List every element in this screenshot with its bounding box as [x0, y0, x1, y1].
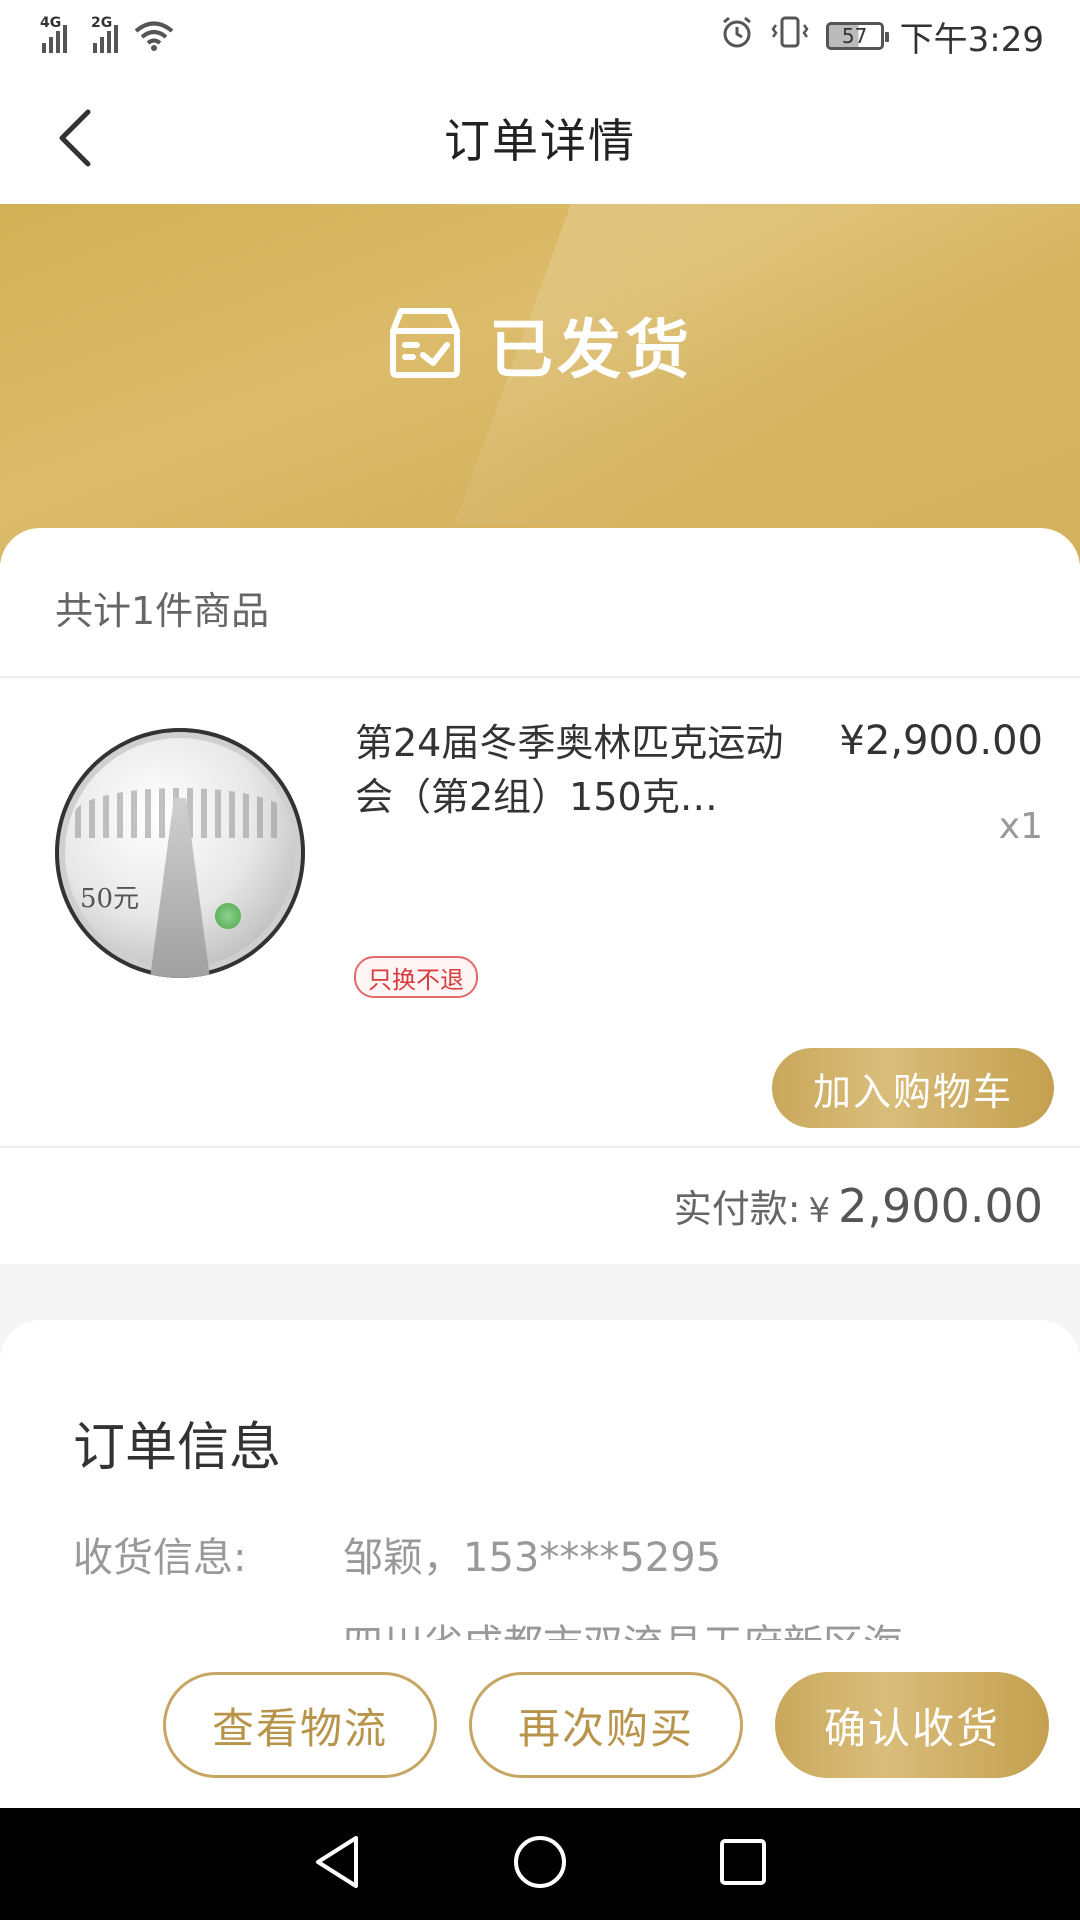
view-logistics-button[interactable]: 查看物流: [163, 1672, 437, 1778]
bottom-action-bar: 查看物流 再次购买 确认收货: [0, 1640, 1080, 1808]
divider: [0, 1146, 1080, 1148]
paid-currency: ¥: [808, 1191, 831, 1231]
nav-home-icon[interactable]: [512, 1834, 568, 1894]
add-to-cart-button[interactable]: 加入购物车: [772, 1048, 1054, 1128]
order-status: 已发货: [0, 299, 1080, 391]
nav-recents-icon[interactable]: [718, 1837, 768, 1891]
divider: [0, 676, 1080, 678]
back-chevron-icon: [59, 109, 91, 167]
status-bar: 4G 2G 57 下午3:29: [0, 0, 1080, 72]
paid-label: 实付款:: [673, 1187, 801, 1231]
buy-again-button[interactable]: 再次购买: [469, 1672, 743, 1778]
alarm-icon: [720, 15, 754, 58]
paid-amount: 2,900.00: [838, 1179, 1043, 1233]
status-left: 4G 2G: [40, 15, 174, 53]
receiver-label: 收货信息:: [73, 1535, 247, 1581]
order-info-title: 订单信息: [73, 1418, 282, 1478]
status-right: 57 下午3:29: [720, 12, 1044, 61]
product-price: ¥2,900.00: [839, 718, 1043, 764]
vibrate-icon: [770, 15, 810, 58]
confirm-receipt-button[interactable]: 确认收货: [775, 1672, 1049, 1778]
network-type-label: 4G: [40, 15, 62, 31]
product-image[interactable]: 50元: [55, 728, 305, 978]
page-title: 订单详情: [444, 114, 636, 168]
order-status-label: 已发货: [489, 314, 693, 388]
coin-denomination: 50元: [80, 884, 140, 914]
navigation-bar: 订单详情: [0, 72, 1080, 204]
wifi-icon: [134, 20, 174, 52]
network-type-label: 2G: [91, 15, 113, 31]
product-quantity: x1: [998, 806, 1043, 847]
battery-icon: 57: [825, 22, 889, 50]
system-navigation-bar: [0, 1808, 1080, 1920]
receiver-row: 收货信息: 邹颖，153****5295: [73, 1525, 721, 1583]
shipped-box-icon: [387, 305, 463, 385]
back-button[interactable]: [40, 102, 112, 174]
exchange-only-tag: 只换不退: [354, 956, 478, 998]
goods-count: 共计1件商品: [55, 589, 270, 633]
receiver-address: 四川省成都市双流县天府新区海: [343, 1612, 903, 1640]
receiver-value: 邹颖，153****5295: [343, 1535, 722, 1581]
goods-card: 共计1件商品 50元 第24届冬季奥林匹克运动会（第2组）150克… ¥2,90…: [0, 528, 1080, 1264]
product-name[interactable]: 第24届冬季奥林匹克运动会（第2组）150克…: [355, 716, 795, 824]
order-status-banner: 已发货: [0, 204, 1080, 564]
clock: 下午3:29: [899, 19, 1044, 60]
paid-total: 实付款: ¥ 2,900.00: [674, 1178, 1043, 1233]
signal-2g-icon: 2G: [91, 15, 118, 53]
nav-back-icon[interactable]: [312, 1834, 362, 1894]
order-info-card: 订单信息 收货信息: 邹颖，153****5295 四川省成都市双流县天府新区海: [0, 1320, 1080, 1640]
signal-4g-icon: 4G: [40, 15, 67, 53]
battery-level: 57: [841, 24, 868, 48]
